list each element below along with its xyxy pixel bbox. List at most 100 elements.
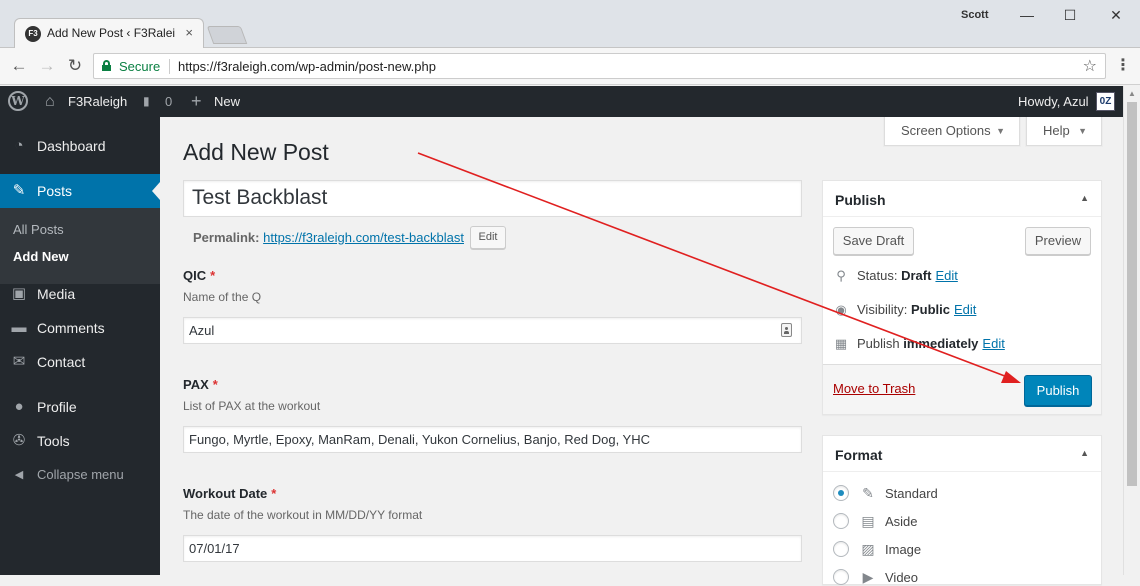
- qic-description: Name of the Q: [183, 290, 262, 304]
- screen-options-label: Screen Options: [901, 123, 991, 138]
- chevron-down-icon: ▼: [1078, 126, 1087, 136]
- url-text: https://f3raleigh.com/wp-admin/post-new.…: [178, 59, 436, 74]
- forward-icon[interactable]: →: [36, 55, 58, 77]
- schedule-label: Publish: [857, 336, 900, 351]
- scroll-thumb[interactable]: [1127, 102, 1137, 486]
- browser-tab-bar: F3 Add New Post ‹ F3Raleigh × Scott — ☐ …: [0, 0, 1140, 48]
- qic-label: QIC *: [183, 268, 215, 283]
- pax-input[interactable]: Fungo, Myrtle, Epoxy, ManRam, Denali, Yu…: [183, 426, 802, 453]
- preview-button[interactable]: Preview: [1025, 227, 1091, 255]
- lock-icon: [102, 60, 111, 71]
- permalink-link[interactable]: https://f3raleigh.com/test-backblast: [263, 230, 464, 245]
- wordpress-logo-icon[interactable]: W: [8, 91, 28, 111]
- status-edit-link[interactable]: Edit: [935, 268, 957, 283]
- new-content-link[interactable]: New: [214, 86, 240, 117]
- screen-options-button[interactable]: Screen Options ▼: [884, 117, 1020, 146]
- url-input[interactable]: Secure https://f3raleigh.com/wp-admin/po…: [93, 53, 1106, 79]
- dashboard-icon: ◔: [14, 137, 24, 154]
- sidebar-item-label: Media: [37, 286, 76, 302]
- scroll-up-arrow-icon[interactable]: ▲: [1128, 89, 1136, 98]
- permalink-row: Permalink: https://f3raleigh.com/test-ba…: [193, 230, 464, 245]
- publish-box-header[interactable]: Publish ▲: [823, 181, 1101, 217]
- workout-date-input[interactable]: 07/01/17: [183, 535, 802, 562]
- permalink-edit-button[interactable]: Edit: [470, 226, 506, 249]
- sidebar-item-dashboard[interactable]: ◔ Dashboard: [0, 129, 160, 163]
- submenu-add-new[interactable]: Add New: [13, 249, 69, 264]
- visibility-edit-link[interactable]: Edit: [954, 302, 976, 317]
- radio-button[interactable]: [833, 541, 849, 557]
- format-box-header[interactable]: Format ▲: [823, 436, 1101, 472]
- workout-date-label: Workout Date *: [183, 486, 276, 501]
- required-asterisk: *: [210, 268, 216, 283]
- qic-value: Azul: [189, 323, 215, 338]
- image-icon: ▨: [861, 541, 875, 557]
- qic-input[interactable]: Azul: [183, 317, 802, 344]
- post-status-row: ⚲ Status: Draft Edit: [833, 268, 958, 284]
- sidebar-item-contact[interactable]: ✉ Contact: [0, 345, 160, 379]
- media-icon: ▣: [11, 285, 27, 302]
- sidebar-item-posts[interactable]: ✎ Posts: [0, 174, 160, 208]
- back-icon[interactable]: ←: [8, 55, 30, 77]
- site-name-link[interactable]: F3Raleigh: [68, 86, 127, 117]
- plus-icon[interactable]: +: [191, 86, 202, 117]
- wrench-icon: ✇: [12, 432, 26, 449]
- workout-date-label-text: Workout Date: [183, 486, 268, 501]
- pin-icon: ✎: [862, 485, 874, 501]
- sidebar-collapse-menu[interactable]: ◀ Collapse menu: [0, 458, 160, 492]
- toggle-arrow-icon[interactable]: ▲: [1080, 448, 1089, 458]
- bookmark-star-icon[interactable]: ☆: [1083, 56, 1097, 76]
- publish-box: Publish ▲ Save Draft Preview ⚲ Status: Dr…: [822, 180, 1102, 415]
- window-close-icon[interactable]: ✕: [1105, 4, 1127, 26]
- toggle-arrow-icon[interactable]: ▲: [1080, 193, 1089, 203]
- admin-sidebar: ◔ Dashboard ✎ Posts All Posts Add New ▣ …: [0, 117, 160, 575]
- status-label: Status:: [857, 268, 898, 283]
- reload-icon[interactable]: ↻: [64, 55, 86, 77]
- browser-menu-icon[interactable]: ⋮: [1112, 55, 1134, 77]
- sidebar-item-label: Collapse menu: [37, 467, 124, 482]
- current-menu-arrow: [152, 182, 160, 200]
- chevron-down-icon: ▼: [996, 126, 1005, 136]
- radio-button[interactable]: [833, 569, 849, 585]
- help-button[interactable]: Help ▼: [1026, 117, 1102, 146]
- publish-button[interactable]: Publish: [1024, 375, 1092, 406]
- save-draft-button[interactable]: Save Draft: [833, 227, 914, 255]
- maximize-icon[interactable]: ☐: [1059, 4, 1081, 26]
- format-box: Format ▲ ✎ Standard ▤ Aside ▨ Image ▶ Vi…: [822, 435, 1102, 585]
- sidebar-item-media[interactable]: ▣ Media: [0, 277, 160, 311]
- sidebar-item-label: Dashboard: [37, 138, 106, 154]
- workout-date-value: 07/01/17: [189, 541, 240, 556]
- sidebar-item-tools[interactable]: ✇ Tools: [0, 424, 160, 458]
- browser-tab[interactable]: F3 Add New Post ‹ F3Raleigh ×: [14, 18, 204, 48]
- visibility-value: Public: [910, 302, 950, 317]
- format-option-label: Image: [885, 542, 922, 557]
- required-asterisk: *: [271, 486, 277, 501]
- minimize-icon[interactable]: —: [1016, 4, 1038, 26]
- sidebar-item-comments[interactable]: ▬ Comments: [0, 311, 160, 345]
- home-icon[interactable]: ⌂: [45, 86, 55, 117]
- avatar[interactable]: 0Z: [1096, 92, 1115, 111]
- comments-icon: ▬: [11, 319, 27, 336]
- format-option-label: Video: [885, 570, 919, 585]
- post-title-input[interactable]: Test Backblast: [183, 180, 802, 217]
- radio-button[interactable]: [833, 485, 849, 501]
- comments-bubble-icon[interactable]: ▮: [143, 86, 150, 117]
- radio-button[interactable]: [833, 513, 849, 529]
- page-scrollbar[interactable]: ▲: [1123, 86, 1140, 575]
- omnibox-divider: [169, 59, 170, 74]
- move-to-trash-link[interactable]: Move to Trash: [833, 381, 915, 396]
- video-icon: ▶: [862, 569, 874, 585]
- tab-title: Add New Post ‹ F3Raleigh: [47, 26, 175, 40]
- tab-close-icon[interactable]: ×: [185, 25, 193, 40]
- contact-card-icon[interactable]: [781, 323, 792, 337]
- browser-user-name[interactable]: Scott: [961, 9, 989, 21]
- submenu-all-posts[interactable]: All Posts: [13, 222, 64, 237]
- posts-submenu: All Posts Add New: [0, 208, 160, 284]
- visibility-row: ◉ Visibility: Public Edit: [833, 302, 976, 318]
- schedule-edit-link[interactable]: Edit: [982, 336, 1004, 351]
- howdy-user-link[interactable]: Howdy, Azul: [1018, 86, 1089, 117]
- new-tab-button[interactable]: [206, 26, 248, 44]
- comments-count[interactable]: 0: [165, 86, 172, 117]
- secure-label: Secure: [119, 59, 161, 74]
- sidebar-item-profile[interactable]: ● Profile: [0, 390, 160, 424]
- pax-description: List of PAX at the workout: [183, 399, 321, 413]
